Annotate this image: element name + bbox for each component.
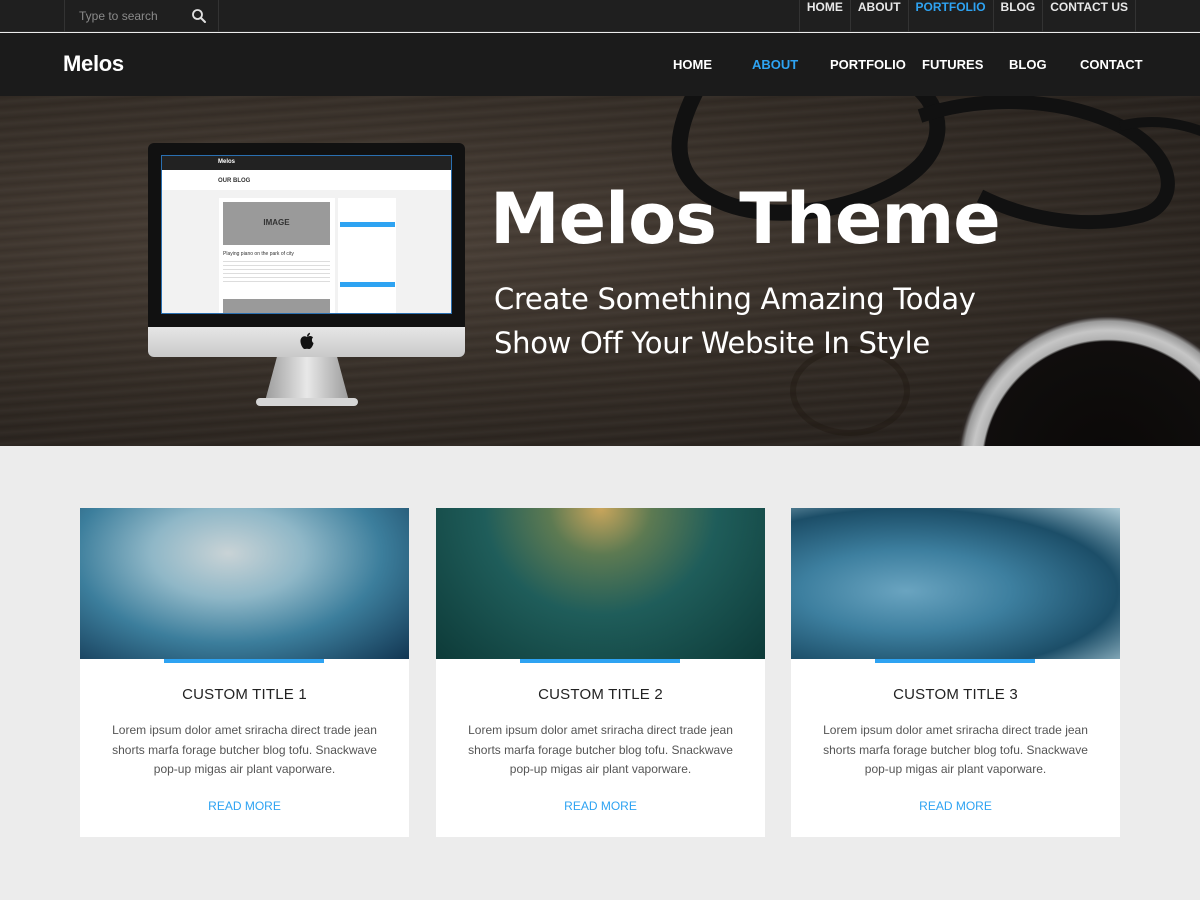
hero-subtitle-line-1: Create Something Amazing Today (494, 282, 976, 316)
card-title: CUSTOM TITLE 3 (893, 686, 1018, 703)
monitor-stand-base (256, 398, 358, 406)
screen-topbar (162, 156, 451, 170)
monitor-screen: Melos OUR BLOG IMAGE Playing piano on th… (161, 155, 452, 314)
top-nav-portfolio[interactable]: PORTFOLIO (909, 0, 994, 32)
top-nav: HOME ABOUT PORTFOLIO BLOG CONTACT US (798, 0, 1136, 32)
screen-page-title: OUR BLOG (218, 178, 251, 184)
card-image (791, 508, 1120, 659)
card-description: Lorem ipsum dolor amet sriracha direct t… (112, 723, 377, 776)
screen-image-label: IMAGE (263, 218, 290, 227)
screen-title-bar (162, 170, 451, 190)
card-title: CUSTOM TITLE 1 (182, 686, 307, 703)
top-nav-home[interactable]: HOME (800, 0, 851, 32)
card-image (80, 508, 409, 659)
card-description: Lorem ipsum dolor amet sriracha direct t… (823, 723, 1088, 776)
feature-card-3: CUSTOM TITLE 3 Lorem ipsum dolor amet sr… (791, 508, 1120, 837)
screen-logo: Melos (218, 159, 236, 165)
feature-card-1: CUSTOM TITLE 1 Lorem ipsum dolor amet sr… (80, 508, 409, 837)
screen-sidebar (338, 198, 396, 313)
screen-post-image-2 (223, 299, 330, 313)
card-accent-bar (875, 659, 1035, 663)
search-input[interactable] (65, 0, 185, 32)
nav-about[interactable]: ABOUT (752, 57, 798, 72)
feature-card-2: CUSTOM TITLE 2 Lorem ipsum dolor amet sr… (436, 508, 765, 837)
card-description: Lorem ipsum dolor amet sriracha direct t… (468, 723, 733, 776)
screen-post-title: Playing piano on the park of city (223, 251, 294, 257)
site-logo[interactable]: Melos (63, 51, 124, 77)
card-title: CUSTOM TITLE 2 (538, 686, 663, 703)
nav-futures[interactable]: FUTURES (922, 57, 983, 72)
hero-banner: Melos OUR BLOG IMAGE Playing piano on th… (0, 96, 1200, 446)
search-icon[interactable] (191, 8, 207, 24)
top-nav-about[interactable]: ABOUT (851, 0, 909, 32)
top-nav-contact-us[interactable]: CONTACT US (1043, 0, 1136, 32)
screen-sidebar-button-2 (340, 282, 395, 287)
apple-logo-icon (300, 332, 314, 350)
hero-title: Melos Theme (490, 178, 1001, 260)
top-nav-blog[interactable]: BLOG (994, 0, 1044, 32)
nav-home[interactable]: HOME (673, 57, 712, 72)
screen-post-text (223, 261, 330, 283)
hero-subtitle-line-2: Show Off Your Website In Style (494, 326, 930, 360)
card-accent-bar (164, 659, 324, 663)
top-bar: HOME ABOUT PORTFOLIO BLOG CONTACT US (0, 0, 1200, 32)
screen-sidebar-button (340, 222, 395, 227)
card-accent-bar (520, 659, 680, 663)
read-more-link[interactable]: READ MORE (436, 799, 765, 813)
read-more-link[interactable]: READ MORE (791, 799, 1120, 813)
nav-blog[interactable]: BLOG (1009, 57, 1047, 72)
main-header: Melos HOME ABOUT PORTFOLIO FUTURES BLOG … (0, 33, 1200, 96)
card-image (436, 508, 765, 659)
nav-portfolio[interactable]: PORTFOLIO (830, 57, 906, 72)
read-more-link[interactable]: READ MORE (80, 799, 409, 813)
nav-contact[interactable]: CONTACT (1080, 57, 1143, 72)
search-box (64, 0, 219, 32)
